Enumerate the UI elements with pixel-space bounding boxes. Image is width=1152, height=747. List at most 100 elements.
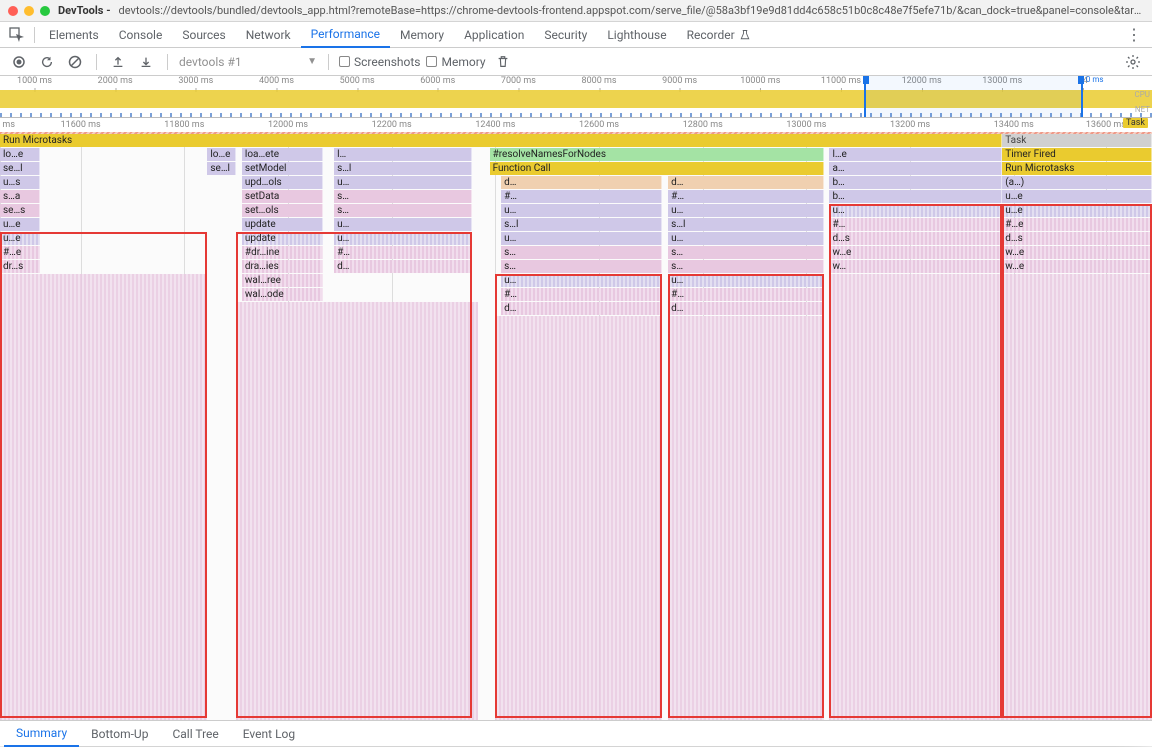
flame-bar[interactable]: loa…ete bbox=[242, 148, 323, 161]
reload-record-button[interactable] bbox=[36, 51, 58, 73]
flame-bar[interactable]: #… bbox=[668, 288, 824, 301]
overview-selection[interactable]: 0 ms bbox=[864, 76, 1083, 117]
flame-bar[interactable]: u…e bbox=[1002, 204, 1152, 217]
tab-network[interactable]: Network bbox=[236, 22, 301, 48]
tab-performance[interactable]: Performance bbox=[301, 22, 390, 48]
flame-bar[interactable]: u… bbox=[829, 204, 1002, 217]
flame-bar[interactable]: lo…e bbox=[207, 148, 236, 161]
flame-bar[interactable]: s… bbox=[334, 190, 472, 203]
flame-bar[interactable]: #resolveNamesForNodes bbox=[490, 148, 824, 161]
flame-bar[interactable]: u… bbox=[334, 176, 472, 189]
flame-bar[interactable]: #… bbox=[668, 190, 824, 203]
flame-bar[interactable]: se…s bbox=[0, 204, 40, 217]
download-profile-button[interactable] bbox=[135, 51, 157, 73]
deep-stack[interactable] bbox=[495, 316, 662, 720]
upload-profile-button[interactable] bbox=[107, 51, 129, 73]
flame-bar[interactable]: #…e bbox=[1002, 218, 1152, 231]
flame-bar[interactable]: wal…ode bbox=[242, 288, 323, 301]
flame-bar[interactable]: l… bbox=[334, 148, 472, 161]
record-button[interactable] bbox=[8, 51, 30, 73]
tab-recorder[interactable]: Recorder bbox=[677, 22, 761, 48]
clear-button[interactable] bbox=[64, 51, 86, 73]
flame-bar[interactable]: se…l bbox=[0, 162, 40, 175]
flame-bar[interactable]: s…l bbox=[334, 162, 472, 175]
flame-bar[interactable]: Run Microtasks bbox=[0, 134, 1002, 147]
flame-bar[interactable]: u…e bbox=[0, 218, 40, 231]
tab-security[interactable]: Security bbox=[534, 22, 597, 48]
details-tab-bottom-up[interactable]: Bottom-Up bbox=[79, 721, 160, 747]
flame-bar[interactable]: wal…ree bbox=[242, 274, 323, 287]
deep-stack[interactable] bbox=[236, 302, 478, 720]
flame-bar[interactable]: d… bbox=[668, 302, 824, 315]
flame-bar[interactable]: u…e bbox=[0, 232, 40, 245]
flame-bar[interactable]: setData bbox=[242, 190, 323, 203]
flame-bar[interactable]: #…e bbox=[0, 246, 40, 259]
flame-bar[interactable]: a… bbox=[829, 162, 1002, 175]
flame-bar[interactable]: w… bbox=[829, 260, 1002, 273]
flame-bar[interactable]: u… bbox=[501, 204, 662, 217]
close-window-button[interactable] bbox=[8, 6, 18, 16]
flame-bar[interactable]: se…l bbox=[207, 162, 236, 175]
flame-bar[interactable]: d…s bbox=[1002, 232, 1152, 245]
flame-bar[interactable]: u… bbox=[334, 218, 472, 231]
flame-bar[interactable]: s… bbox=[501, 246, 662, 259]
flame-bar[interactable]: Run Microtasks bbox=[1002, 162, 1152, 175]
flame-bar[interactable]: s… bbox=[501, 260, 662, 273]
tab-memory[interactable]: Memory bbox=[390, 22, 454, 48]
flame-bar[interactable]: s…a bbox=[0, 190, 40, 203]
flame-bar[interactable]: update bbox=[242, 218, 323, 231]
flame-bar[interactable]: b… bbox=[829, 176, 1002, 189]
flame-bar[interactable]: Timer Fired bbox=[1002, 148, 1152, 161]
tab-application[interactable]: Application bbox=[454, 22, 534, 48]
flame-bar[interactable]: lo…e bbox=[0, 148, 40, 161]
flame-bar[interactable]: u… bbox=[668, 232, 824, 245]
flame-bar[interactable]: #… bbox=[501, 288, 662, 301]
tab-console[interactable]: Console bbox=[109, 22, 173, 48]
inspect-element-button[interactable] bbox=[4, 22, 30, 48]
deep-stack[interactable] bbox=[1002, 274, 1152, 720]
details-tab-summary[interactable]: Summary bbox=[4, 721, 79, 747]
flame-bar[interactable]: u… bbox=[668, 204, 824, 217]
deep-stack[interactable] bbox=[829, 274, 1002, 720]
deep-stack[interactable] bbox=[668, 316, 824, 720]
flame-bar[interactable]: d…s bbox=[829, 232, 1002, 245]
flame-bar[interactable]: u… bbox=[334, 232, 472, 245]
flame-bar[interactable]: #dr…ine bbox=[242, 246, 323, 259]
flame-bar[interactable]: u… bbox=[501, 274, 662, 287]
flame-bar[interactable]: #… bbox=[829, 218, 1002, 231]
flame-bar[interactable]: l…e bbox=[829, 148, 1002, 161]
flame-bar[interactable]: d… bbox=[501, 176, 662, 189]
flame-bar[interactable]: #… bbox=[501, 190, 662, 203]
more-menu-button[interactable]: ⋮ bbox=[1120, 25, 1148, 44]
selection-handle-left[interactable] bbox=[863, 76, 869, 84]
details-tab-call-tree[interactable]: Call Tree bbox=[160, 721, 230, 747]
timeline-overview[interactable]: 1000 ms2000 ms3000 ms4000 ms5000 ms6000 … bbox=[0, 76, 1152, 118]
flame-bar[interactable]: dr…s bbox=[0, 260, 40, 273]
zoom-window-button[interactable] bbox=[40, 6, 50, 16]
settings-button[interactable] bbox=[1122, 51, 1144, 73]
flame-bar[interactable]: s…l bbox=[501, 218, 662, 231]
flame-bar[interactable]: d… bbox=[668, 176, 824, 189]
details-tab-event-log[interactable]: Event Log bbox=[231, 721, 307, 747]
tab-elements[interactable]: Elements bbox=[39, 22, 109, 48]
flame-bar[interactable]: s…l bbox=[668, 218, 824, 231]
flamechart-ruler[interactable]: 400 ms11600 ms11800 ms12000 ms12200 ms12… bbox=[0, 118, 1152, 134]
flame-bar[interactable]: w…e bbox=[829, 246, 1002, 259]
profile-selector[interactable]: devtools #1 ▼ bbox=[178, 54, 318, 70]
flame-bar[interactable]: upd…ols bbox=[242, 176, 323, 189]
flame-bar[interactable]: u…s bbox=[0, 176, 40, 189]
flame-bar[interactable]: s… bbox=[334, 204, 472, 217]
deep-stack[interactable] bbox=[0, 274, 207, 720]
flame-bar[interactable]: s… bbox=[668, 246, 824, 259]
flame-bar[interactable]: dra…ies bbox=[242, 260, 323, 273]
memory-checkbox[interactable]: Memory bbox=[426, 55, 485, 69]
flame-bar[interactable]: u… bbox=[501, 232, 662, 245]
selection-handle-right[interactable]: 0 ms bbox=[1078, 76, 1084, 84]
flame-bar[interactable]: Function Call bbox=[490, 162, 824, 175]
trash-button[interactable] bbox=[492, 51, 514, 73]
flame-bar[interactable]: #… bbox=[334, 246, 472, 259]
screenshots-checkbox[interactable]: Screenshots bbox=[339, 55, 420, 69]
flame-bar[interactable]: update bbox=[242, 232, 323, 245]
flame-bar[interactable]: set…ols bbox=[242, 204, 323, 217]
tab-lighthouse[interactable]: Lighthouse bbox=[597, 22, 676, 48]
